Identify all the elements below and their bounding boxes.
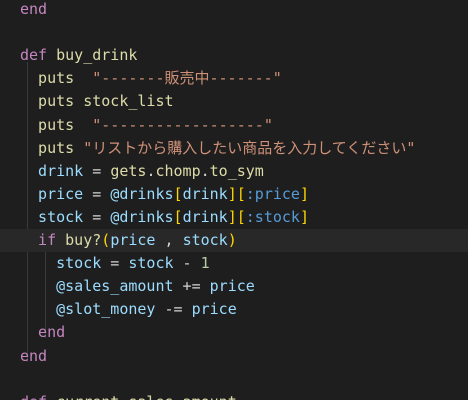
code-token: [ [173,184,183,203]
code-token: 1 [200,254,210,273]
code-token: . [200,161,210,180]
code-token: price [209,277,255,296]
code-line[interactable]: stock = stock - 1 [0,252,468,275]
code-line[interactable]: end [0,321,468,344]
code-token: = [83,207,111,226]
code-line[interactable]: end [0,345,468,368]
code-token: "リストから購入したい商品を入力してください" [83,138,416,157]
code-line[interactable]: puts "-------販売中-------" [0,67,468,90]
code-line[interactable]: end [0,0,468,21]
code-token: def [20,393,56,400]
code-token: drink [182,207,228,226]
code-line[interactable]: def current_sales_amount [0,391,468,400]
code-line[interactable]: if buy?(price , stock) [0,229,468,252]
code-token: [ [236,184,246,203]
code-token: [ [173,207,183,226]
code-token: to_sym [209,161,264,180]
code-line[interactable]: def buy_drink [0,44,468,67]
code-token: buy_drink [56,46,138,65]
code-token: ( [101,231,111,249]
code-token: puts [20,115,93,134]
code-token: if [20,231,66,249]
code-token: ] [227,207,237,226]
code-token: , [155,231,183,249]
code-token: def [20,46,57,65]
code-token: @slot_money [20,300,156,319]
code-line[interactable]: puts "リストから購入したい商品を入力してください" [0,137,468,160]
code-line[interactable]: puts "------------------" [0,114,468,137]
code-token: stock [20,254,102,273]
code-token: price [191,300,237,319]
code-token: @drinks [110,184,174,203]
code-token: ] [299,207,309,226]
code-token: ] [299,184,309,203]
code-line[interactable]: @slot_money -= price [0,298,468,321]
code-token: stock [182,231,228,249]
code-line[interactable]: @sales_amount += price [0,275,468,298]
code-token: += [173,277,210,296]
code-token: gets [110,161,147,180]
code-line[interactable]: puts stock_list [0,90,468,113]
code-token: [ [236,207,246,226]
code-token: = [83,161,111,180]
code-token: ] [227,184,237,203]
code-token: end [20,0,48,18]
code-token: "------------------" [92,115,273,134]
code-line[interactable] [0,21,468,44]
code-token: puts [20,92,84,111]
code-token: :stock [245,207,300,226]
code-token: puts [20,138,84,157]
code-token: = [101,254,129,273]
code-token: price [110,231,156,249]
code-token: end [20,346,48,365]
code-line[interactable]: price = @drinks[drink][:price] [0,183,468,206]
code-token: stock [128,254,174,273]
code-token: ) [227,231,237,249]
code-token: drink [20,161,84,180]
code-token: -= [155,300,192,319]
code-token: "-------販売中-------" [92,69,282,88]
code-token: stock_list [83,92,174,111]
code-editor[interactable]: end def buy_drink puts "-------販売中-------… [0,0,468,400]
code-token: chomp [155,161,201,180]
code-token: current_sales_amount [56,393,237,400]
code-token: :price [245,184,300,203]
code-token: stock [20,207,84,226]
code-token: buy? [65,231,102,249]
code-line[interactable] [0,368,468,391]
code-token: price [20,184,84,203]
code-token: @drinks [110,207,174,226]
code-token: - [173,254,201,273]
code-token: drink [182,184,228,203]
code-token: end [20,323,66,342]
code-token: @sales_amount [20,277,174,296]
code-line[interactable]: stock = @drinks[drink][:stock] [0,206,468,229]
code-line[interactable]: drink = gets.chomp.to_sym [0,160,468,183]
code-token: = [83,184,111,203]
code-token: puts [20,69,93,88]
